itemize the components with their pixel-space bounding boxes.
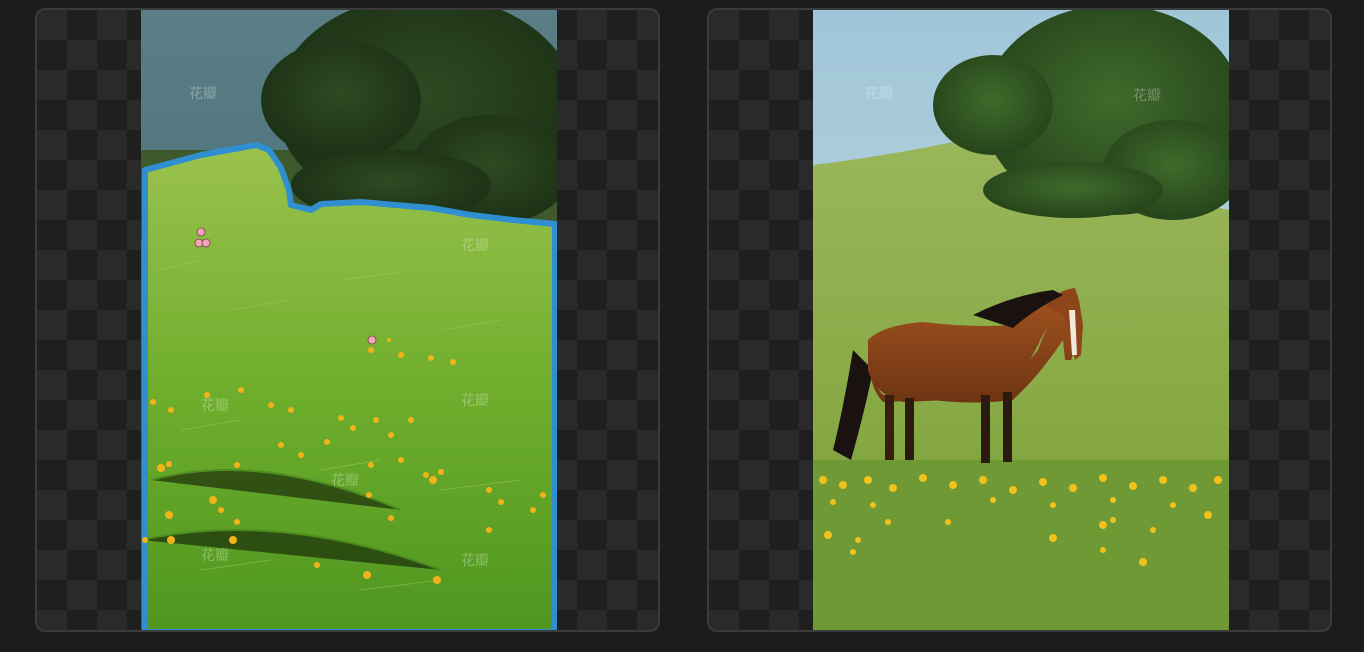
mask-editor-panel[interactable]: 花瓣 花瓣 花瓣 花瓣 花瓣 花瓣 花瓣 — [35, 8, 660, 632]
svg-text:花瓣: 花瓣 — [461, 393, 489, 409]
svg-text:花瓣: 花瓣 — [865, 86, 893, 102]
svg-text:花瓣: 花瓣 — [461, 238, 489, 254]
svg-text:花瓣: 花瓣 — [331, 473, 359, 489]
svg-text:花瓣: 花瓣 — [201, 398, 229, 414]
result-image: 花瓣 花瓣 — [813, 10, 1229, 630]
mask-editor-image: 花瓣 花瓣 花瓣 花瓣 花瓣 花瓣 花瓣 — [141, 10, 557, 630]
stage: 花瓣 花瓣 花瓣 花瓣 花瓣 花瓣 花瓣 花瓣 花瓣 — [0, 0, 1364, 652]
horse-leg — [981, 395, 990, 463]
result-canvas: 花瓣 花瓣 — [813, 10, 1229, 630]
horse-leg — [905, 398, 914, 460]
horse-leg — [1003, 392, 1012, 462]
svg-text:花瓣: 花瓣 — [189, 86, 217, 102]
svg-text:花瓣: 花瓣 — [201, 548, 229, 564]
svg-text:花瓣: 花瓣 — [1133, 88, 1161, 104]
result-panel[interactable]: 花瓣 花瓣 — [707, 8, 1332, 632]
tree — [261, 10, 557, 225]
horse-leg — [885, 395, 894, 460]
mask-editor-canvas[interactable]: 花瓣 花瓣 花瓣 花瓣 花瓣 花瓣 花瓣 — [141, 10, 557, 630]
svg-text:花瓣: 花瓣 — [461, 553, 489, 569]
